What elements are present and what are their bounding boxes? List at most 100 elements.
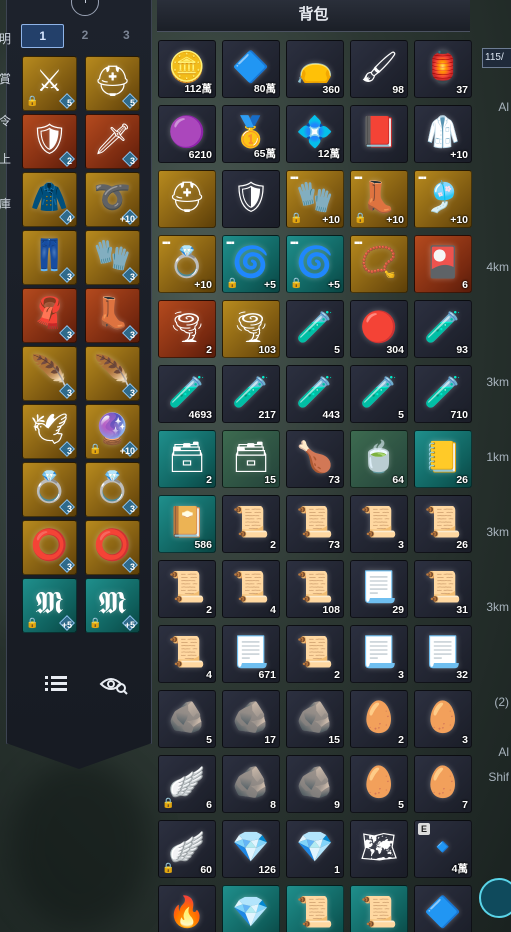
bag-item-slot[interactable]: 📜 [350,885,408,932]
bag-item-slot[interactable]: 🏮 37 [414,40,472,98]
bag-item-slot[interactable]: 👝 360 [286,40,344,98]
bag-item-slot[interactable]: 🥼 +10 [414,105,472,163]
bag-item-slot[interactable]: 🧪 5 [286,300,344,358]
bag-item-slot[interactable]: 📜 [286,885,344,932]
bag-item-slot[interactable]: 🧪 4693 [158,365,216,423]
tab-2[interactable]: 2 [64,24,105,48]
bag-item-slot[interactable]: 🗃 15 [222,430,280,488]
bag-item-slot[interactable]: 🧪 93 [414,300,472,358]
bag-item-slot[interactable]: 🪨 15 [286,690,344,748]
bag-item-slot[interactable]: 🖌 98 [350,40,408,98]
bag-item-slot[interactable]: 🥚 2 [350,690,408,748]
equipment-slot[interactable]: ⚔ 🔒 5 [22,56,77,111]
bag-item-slot[interactable]: 📜 2 [222,495,280,553]
bag-item-slot[interactable]: 💎 [222,885,280,932]
bag-item-slot[interactable]: 📜 4 [222,560,280,618]
inspect-eye-icon[interactable] [99,672,128,696]
bag-item-slot[interactable]: 🪙 112萬 [158,40,216,98]
bag-item-slot[interactable]: 📜 31 [414,560,472,618]
equipment-slot[interactable]: 🛡 2 [22,114,77,169]
equipment-slot[interactable]: 🧣 3 [22,288,77,343]
bag-item-slot[interactable]: 📒 26 [414,430,472,488]
bag-item-slot[interactable]: 🥚 5 [350,755,408,813]
bag-item-slot[interactable]: 🧤 ▪▪▪ 🔒 +10 [286,170,344,228]
bag-item-slot[interactable]: 🔴 304 [350,300,408,358]
equipment-slot[interactable]: ⭕ 3 [22,520,77,575]
bag-item-slot[interactable]: 🧪 217 [222,365,280,423]
bag-item-slot[interactable]: 🔷 80萬 [222,40,280,98]
tab-3[interactable]: 3 [106,24,147,48]
bag-item-slot[interactable]: 🍗 73 [286,430,344,488]
bag-item-slot[interactable]: 📜 3 [350,495,408,553]
equipment-slot[interactable]: 👖 3 [22,230,77,285]
bag-item-slot[interactable]: 📜 2 [286,625,344,683]
menu-round-icon[interactable] [479,878,511,918]
red-potion-icon: 🧪 [424,310,462,344]
equipment-slot[interactable]: 🕊 3 [22,404,77,459]
bag-item-slot[interactable]: 💍 ▪▪▪ +10 [158,235,216,293]
bag-item-slot[interactable]: 💠 12萬 [286,105,344,163]
bag-item-slot[interactable]: 📃 3 [350,625,408,683]
bag-item-slot[interactable]: 🥇 65萬 [222,105,280,163]
equipment-slot[interactable]: 🔮 🔒 +10 [85,404,140,459]
equipment-slot[interactable]: 💍 3 [22,462,77,517]
bag-item-slot[interactable]: 🪨 8 [222,755,280,813]
equipment-slot[interactable]: 🗡 3 [85,114,140,169]
bag-item-slot[interactable]: 🧪 5 [350,365,408,423]
bag-item-slot[interactable]: 🔥 [158,885,216,932]
equipment-slot[interactable]: 𝕸 🔒 +5 [22,578,77,633]
lock-icon: 🔒 [162,798,175,809]
bag-item-slot[interactable]: 🗃 2 [158,430,216,488]
equipment-slot[interactable]: 🧤 3 [85,230,140,285]
bag-item-slot[interactable]: 📃 32 [414,625,472,683]
bag-item-slot[interactable]: 🪨 9 [286,755,344,813]
bag-item-slot[interactable]: 🪨 17 [222,690,280,748]
list-view-icon[interactable] [43,672,71,696]
lock-icon: 🔒 [89,444,102,455]
bag-item-slot[interactable]: 👢 ▪▪▪ 🔒 +10 [350,170,408,228]
bag-item-slot[interactable]: 📜 73 [286,495,344,553]
equipment-slot[interactable]: ⭕ 3 [85,520,140,575]
equipment-slot[interactable]: 𝕸 🔒 +5 [85,578,140,633]
bag-item-slot[interactable]: 📜 26 [414,495,472,553]
bag-item-slot[interactable]: 📔 586 [158,495,216,553]
bag-item-slot[interactable]: 🛡 [222,170,280,228]
equipment-slot[interactable]: 💍 3 [85,462,140,517]
bag-item-slot[interactable]: 🧪 443 [286,365,344,423]
add-icon[interactable] [71,0,99,16]
bag-item-slot[interactable]: 🪽 🔒 6 [158,755,216,813]
bag-item-slot[interactable]: 📜 108 [286,560,344,618]
bag-item-slot[interactable]: 📜 4 [158,625,216,683]
bag-item-slot[interactable]: 🥚 3 [414,690,472,748]
bag-item-slot[interactable]: 📿 ▪▪▪ [350,235,408,293]
bag-item-slot[interactable]: ⛑ [158,170,216,228]
bag-item-slot[interactable]: 🌪 2 [158,300,216,358]
bag-item-slot[interactable]: 🪽 🔒 60 [158,820,216,878]
bag-item-slot[interactable]: 🔹 E 4萬 [414,820,472,878]
bag-item-slot[interactable]: 📕 [350,105,408,163]
equipment-slot[interactable]: 🪶 3 [22,346,77,401]
bag-item-slot[interactable]: 🍵 64 [350,430,408,488]
bag-item-slot[interactable]: 🪨 5 [158,690,216,748]
bag-item-slot[interactable]: 🎐 ▪▪▪ +10 [414,170,472,228]
bag-item-slot[interactable]: 🧪 710 [414,365,472,423]
tab-1[interactable]: 1 [21,24,65,48]
bag-item-slot[interactable]: 💎 126 [222,820,280,878]
equipment-slot[interactable]: ⛑ 5 [85,56,140,111]
bag-item-slot[interactable]: 🥚 7 [414,755,472,813]
equipment-slot[interactable]: 👢 3 [85,288,140,343]
bag-item-slot[interactable]: 🎴 6 [414,235,472,293]
equipment-slot[interactable]: 🧥 4 [22,172,77,227]
bag-item-slot[interactable]: 🌀 ▪▪▪ 🔒 +5 [286,235,344,293]
equipment-slot[interactable]: ➰ +10 [85,172,140,227]
bag-item-slot[interactable]: 📜 2 [158,560,216,618]
bag-item-slot[interactable]: 📃 671 [222,625,280,683]
bag-item-slot[interactable]: 💎 1 [286,820,344,878]
bag-item-slot[interactable]: 🗺 [350,820,408,878]
equipment-slot[interactable]: 🪶 3 [85,346,140,401]
bag-item-slot[interactable]: 🟣 6210 [158,105,216,163]
bag-item-slot[interactable]: 🔷 [414,885,472,932]
bag-item-slot[interactable]: 📃 29 [350,560,408,618]
bag-item-slot[interactable]: 🌀 ▪▪▪ 🔒 +5 [222,235,280,293]
bag-item-slot[interactable]: 🌪 103 [222,300,280,358]
